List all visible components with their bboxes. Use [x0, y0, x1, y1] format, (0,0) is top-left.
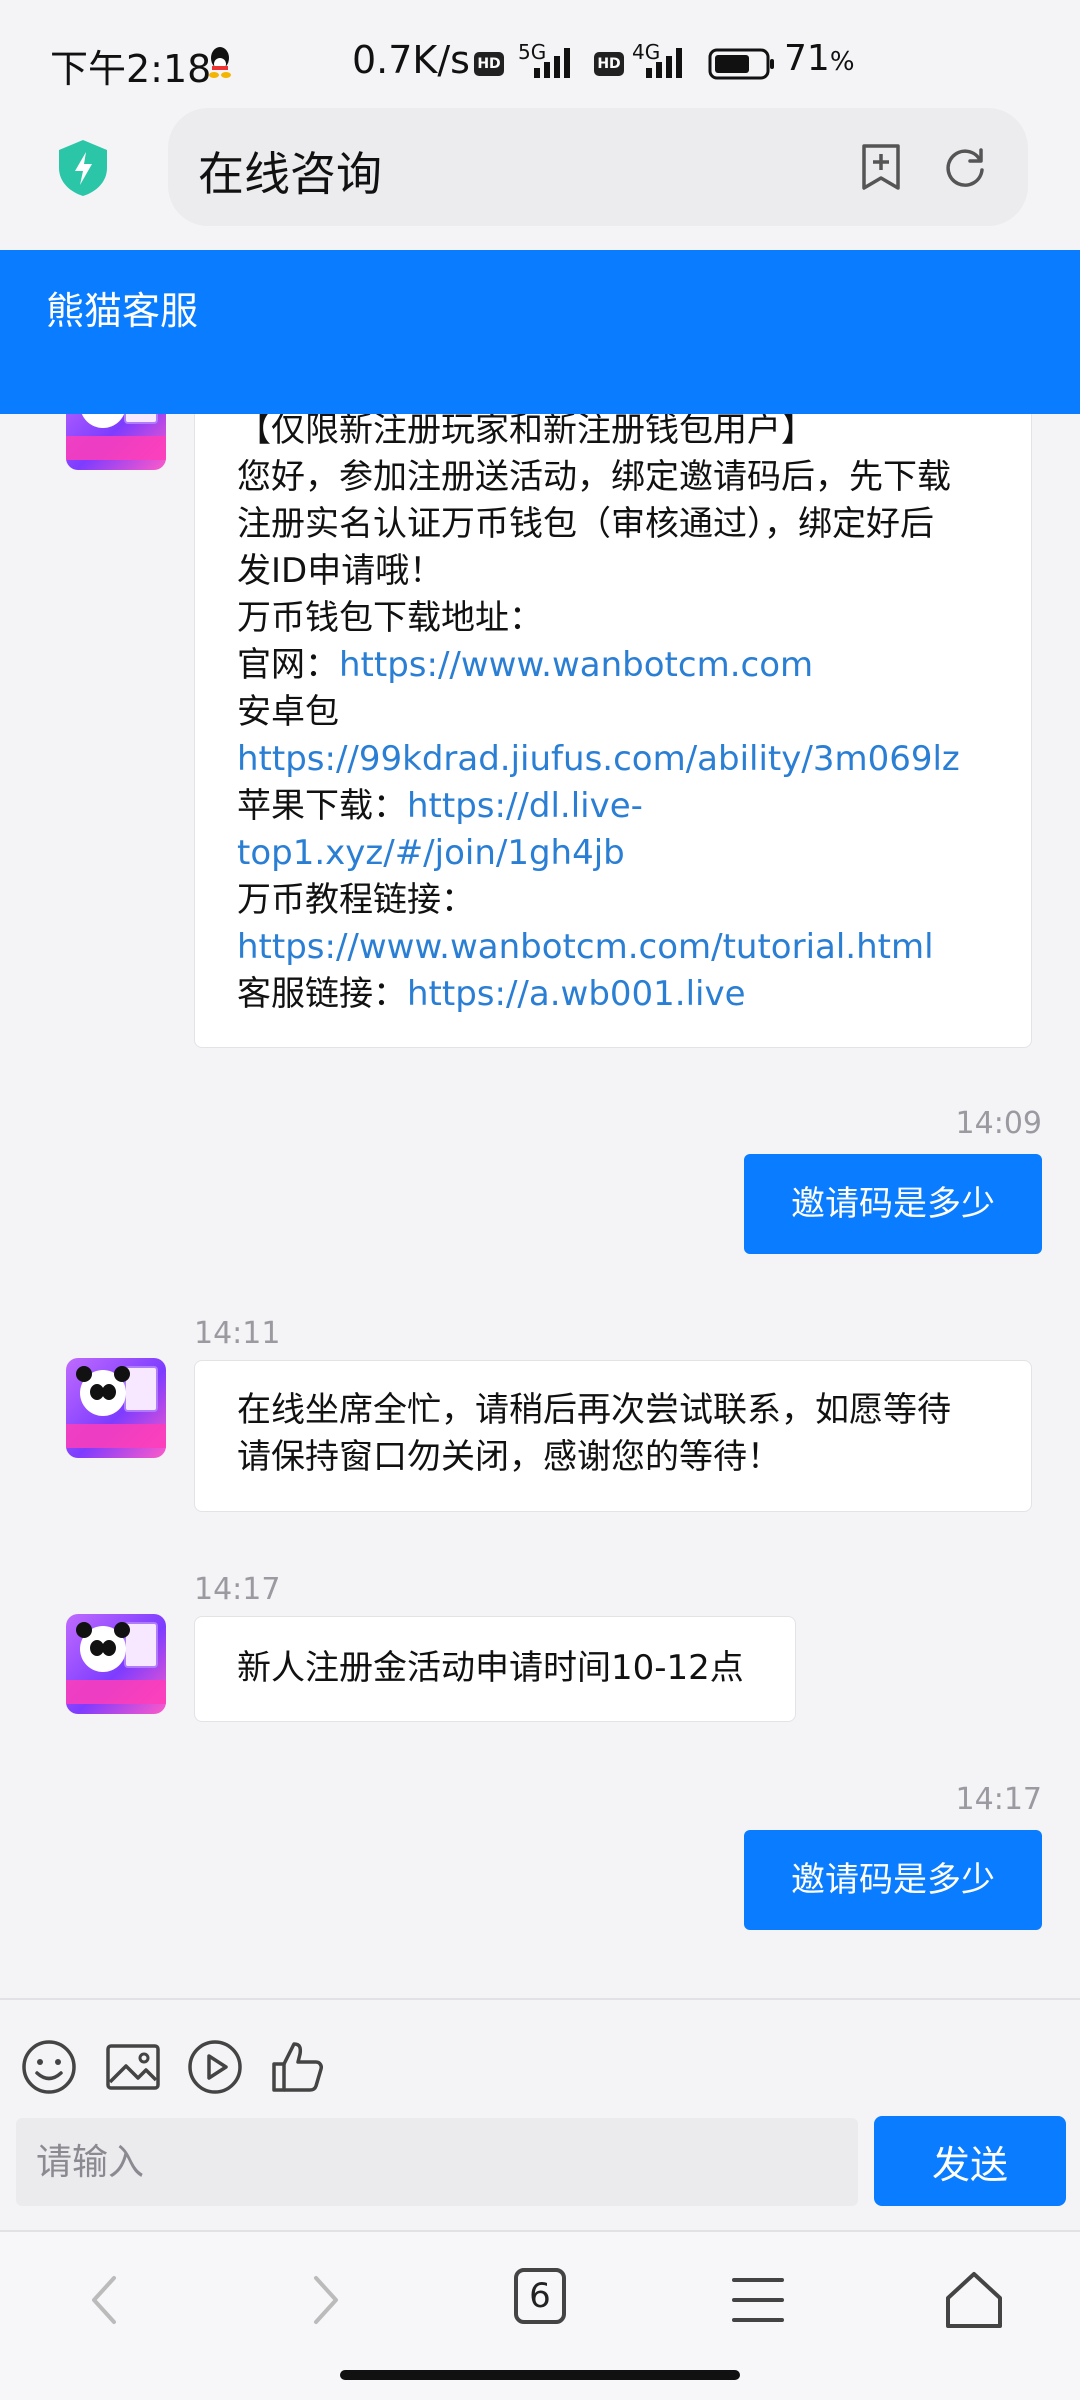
message-bubble-agent: 在线坐席全忙，请稍后再次尝试联系，如愿等待 请保持窗口勿关闭，感谢您的等待！: [194, 1360, 1032, 1512]
message-line: 请保持窗口勿关闭，感谢您的等待！: [237, 1437, 781, 1477]
signal-icon-2: [646, 48, 682, 78]
agent-avatar: [66, 1614, 166, 1714]
hd-badge: HD: [474, 52, 504, 76]
agent-name: 熊猫客服: [46, 289, 199, 333]
chat-header: 熊猫客服: [0, 250, 1080, 414]
add-bookmark-icon[interactable]: [858, 142, 904, 192]
url-field[interactable]: 在线咨询: [168, 108, 1028, 226]
status-bar: 下午2:18 0.7K/s HD 5G HD 4G 71%: [0, 0, 1080, 110]
message-time: 14:17: [955, 1782, 1042, 1817]
message-time: 14:11: [194, 1316, 281, 1351]
tutorial-link[interactable]: https://www.wanbotcm.com/tutorial.html: [237, 924, 1031, 971]
reload-icon[interactable]: [940, 142, 990, 192]
thumbs-up-icon[interactable]: [268, 2038, 326, 2096]
image-icon[interactable]: [104, 2038, 162, 2096]
message-time: 14:17: [194, 1572, 281, 1607]
android-link[interactable]: https://99kdrad.jiufus.com/ability/3m069…: [237, 736, 1031, 783]
tabs-button[interactable]: 6: [514, 2268, 566, 2324]
signal-icon: [534, 48, 570, 78]
message-line: 官网：https://www.wanbotcm.com: [237, 645, 814, 685]
home-indicator[interactable]: [340, 2370, 740, 2380]
page-title: 在线咨询: [198, 147, 382, 201]
shield-icon[interactable]: [55, 138, 111, 198]
network-speed: 0.7K/s: [352, 38, 470, 82]
message-line: 苹果下载：https://dl.live-: [237, 786, 643, 826]
message-bubble-user: 邀请码是多少: [744, 1154, 1042, 1254]
message-time: 14:09: [955, 1106, 1042, 1141]
apple-link[interactable]: https://dl.live-: [407, 786, 643, 826]
status-time: 下午2:18: [50, 47, 212, 91]
input-area: 发送: [0, 1998, 1080, 2228]
message-line: 万币钱包下载地址：: [237, 598, 543, 638]
back-icon[interactable]: [74, 2268, 138, 2332]
message-bubble-agent: 【仅限新注册玩家和新注册钱包用户】 您好，参加注册送活动，绑定邀请码后，先下载 …: [194, 380, 1032, 1048]
agent-avatar: [66, 1358, 166, 1458]
message-bubble-agent: 新人注册金活动申请时间10-12点: [194, 1616, 796, 1722]
apple-link-continued[interactable]: top1.xyz/#/join/1gh4jb: [237, 830, 1031, 877]
menu-icon[interactable]: [726, 2268, 790, 2332]
message-line: 万币教程链接：: [237, 880, 475, 920]
message-bubble-user: 邀请码是多少: [744, 1830, 1042, 1930]
battery-icon: [708, 48, 774, 80]
message-line: 您好，参加注册送活动，绑定邀请码后，先下载: [237, 457, 951, 497]
service-link[interactable]: https://a.wb001.live: [407, 974, 746, 1014]
message-line: 安卓包: [237, 692, 339, 732]
home-icon[interactable]: [942, 2268, 1006, 2332]
hd-badge-2: HD: [594, 52, 624, 76]
qq-icon: [209, 47, 231, 78]
battery-level: 71%: [784, 38, 855, 79]
message-input[interactable]: [16, 2118, 858, 2206]
emoji-icon[interactable]: [20, 2038, 78, 2096]
official-link[interactable]: https://www.wanbotcm.com: [339, 645, 813, 685]
play-icon[interactable]: [186, 2038, 244, 2096]
message-line: 在线坐席全忙，请稍后再次尝试联系，如愿等待: [237, 1390, 951, 1430]
address-bar: 在线咨询: [0, 100, 1080, 250]
message-line: 发ID申请哦！: [237, 551, 444, 591]
forward-icon[interactable]: [292, 2268, 356, 2332]
message-line: 客服链接：https://a.wb001.live: [237, 974, 746, 1014]
send-button[interactable]: 发送: [874, 2116, 1066, 2206]
message-line: 【仅限新注册玩家和新注册钱包用户】: [237, 410, 815, 450]
message-line: 注册实名认证万币钱包（审核通过），绑定好后: [237, 504, 934, 544]
